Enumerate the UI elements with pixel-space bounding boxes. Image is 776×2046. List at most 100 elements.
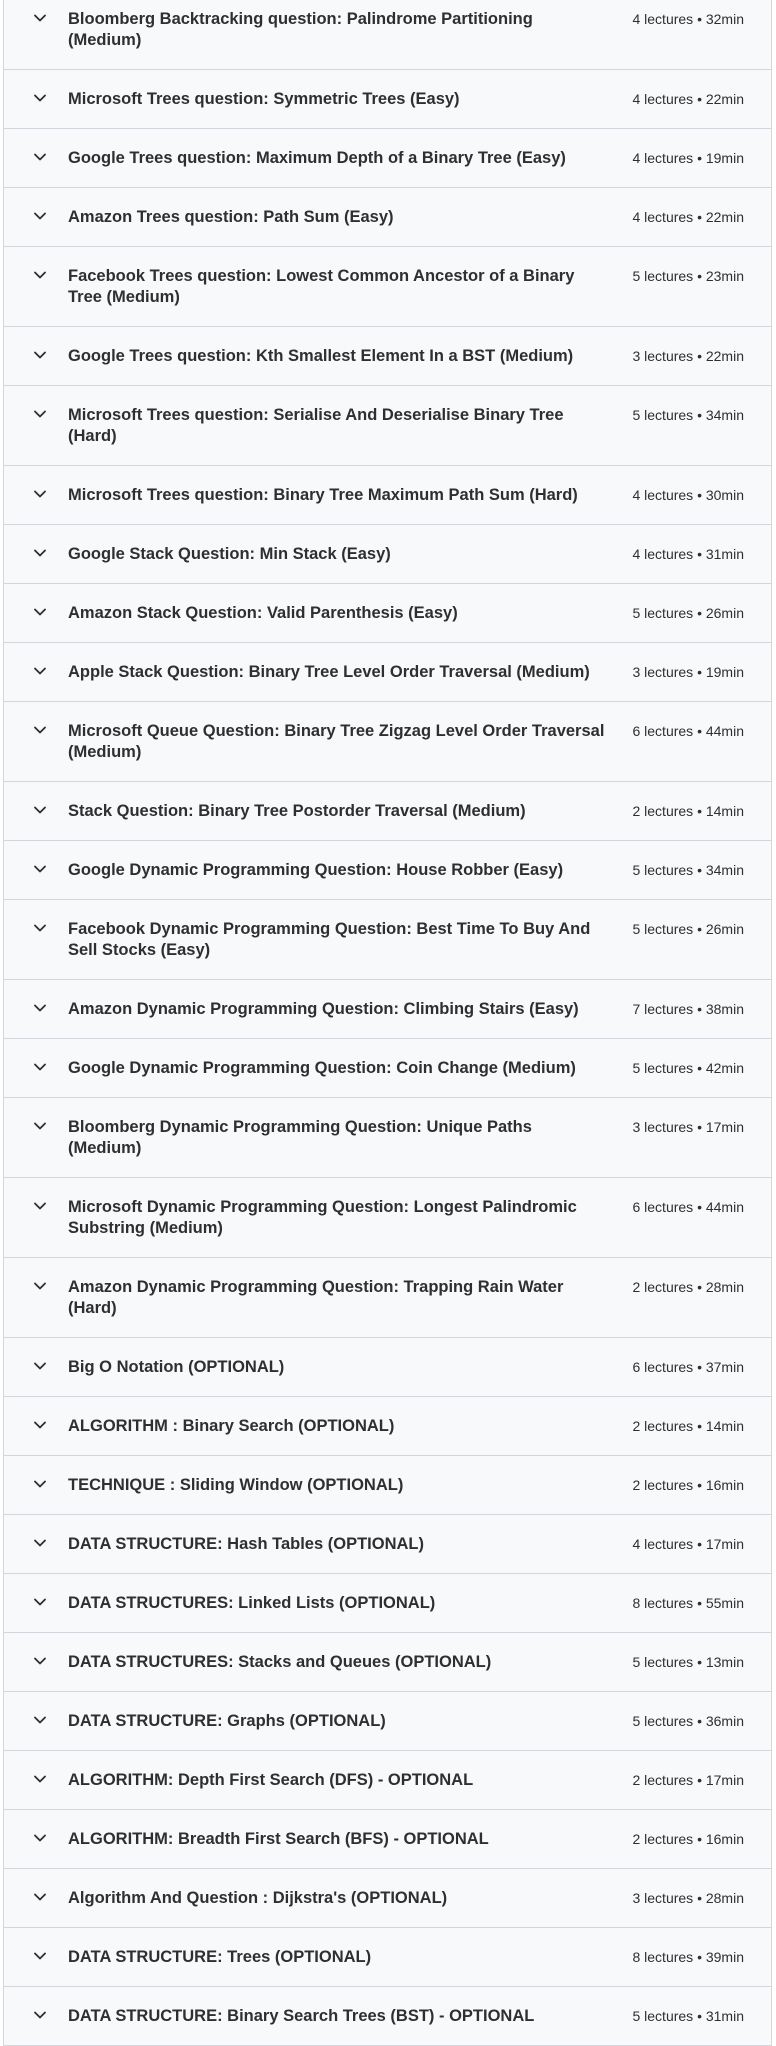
section-title: Bloomberg Dynamic Programming Question: … (68, 1118, 532, 1157)
section-content-summary: 6 lectures • 44min (632, 1199, 744, 1215)
section-content-summary: 7 lectures • 38min (632, 1001, 744, 1017)
curriculum-section[interactable]: Amazon Dynamic Programming Question: Cli… (4, 980, 771, 1039)
curriculum-section[interactable]: DATA STRUCTURES: Stacks and Queues (OPTI… (4, 1633, 771, 1692)
curriculum-section[interactable]: DATA STRUCTURE: Trees (OPTIONAL) 8 lectur… (4, 1928, 771, 1987)
section-title: DATA STRUCTURE: Trees (OPTIONAL) (68, 1948, 372, 1966)
curriculum-section[interactable]: Big O Notation (OPTIONAL) 6 lectures • 37… (4, 1338, 771, 1397)
curriculum-section[interactable]: Algorithm And Question : Dijkstra's (OPT… (4, 1869, 771, 1928)
curriculum-section[interactable]: Bloomberg Dynamic Programming Question: … (4, 1098, 771, 1178)
curriculum-section[interactable]: Amazon Trees question: Path Sum (Easy) 4 … (4, 188, 771, 247)
section-content-summary: 5 lectures • 13min (632, 1654, 744, 1670)
section-title: ALGORITHM: Depth First Search (DFS) - OP… (68, 1771, 474, 1789)
curriculum-section[interactable]: Microsoft Trees question: Binary Tree Ma… (4, 466, 771, 525)
curriculum-section[interactable]: Google Stack Question: Min Stack (Easy) 4… (4, 525, 771, 584)
chevron-down-icon[interactable] (34, 408, 46, 420)
chevron-down-icon[interactable] (34, 1891, 46, 1903)
chevron-down-icon[interactable] (34, 1360, 46, 1372)
chevron-down-icon[interactable] (34, 922, 46, 934)
curriculum-section[interactable]: Google Trees question: Kth Smallest Elem… (4, 327, 771, 386)
section-content-summary: 4 lectures • 32min (632, 11, 744, 27)
curriculum-section[interactable]: DATA STRUCTURE: Graphs (OPTIONAL) 5 lectu… (4, 1692, 771, 1751)
section-content-summary: 5 lectures • 23min (632, 268, 744, 284)
section-title: DATA STRUCTURES: Linked Lists (OPTIONAL) (68, 1594, 436, 1612)
section-content-summary: 5 lectures • 31min (632, 2008, 744, 2024)
curriculum-section[interactable]: Microsoft Trees question: Serialise And … (4, 386, 771, 466)
section-title: Google Stack Question: Min Stack (Easy) (68, 545, 391, 563)
section-content-summary: 4 lectures • 22min (632, 91, 744, 107)
section-content-summary: 4 lectures • 22min (632, 209, 744, 225)
curriculum-section[interactable]: ALGORITHM: Depth First Search (DFS) - OP… (4, 1751, 771, 1810)
curriculum-section[interactable]: ALGORITHM : Binary Search (OPTIONAL) 2 le… (4, 1397, 771, 1456)
curriculum-section[interactable]: Microsoft Trees question: Symmetric Tree… (4, 70, 771, 129)
chevron-down-icon[interactable] (34, 1120, 46, 1132)
curriculum-section[interactable]: Amazon Dynamic Programming Question: Tra… (4, 1258, 771, 1338)
chevron-down-icon[interactable] (34, 1280, 46, 1292)
chevron-down-icon[interactable] (34, 1419, 46, 1431)
chevron-down-icon[interactable] (34, 1950, 46, 1962)
curriculum-section[interactable]: Stack Question: Binary Tree Postorder Tr… (4, 782, 771, 841)
chevron-down-icon[interactable] (34, 1655, 46, 1667)
curriculum-section[interactable]: DATA STRUCTURE: Hash Tables (OPTIONAL) 4 … (4, 1515, 771, 1574)
curriculum-section[interactable]: Facebook Trees question: Lowest Common A… (4, 247, 771, 327)
curriculum-section[interactable]: Google Dynamic Programming Question: Coi… (4, 1039, 771, 1098)
curriculum-section[interactable]: DATA STRUCTURES: Linked Lists (OPTIONAL)… (4, 1574, 771, 1633)
chevron-down-icon[interactable] (34, 269, 46, 281)
section-title: Apple Stack Question: Binary Tree Level … (68, 663, 590, 681)
section-title: Amazon Dynamic Programming Question: Cli… (68, 1000, 579, 1018)
section-title: DATA STRUCTURE: Binary Search Trees (BST… (68, 2007, 535, 2025)
curriculum-section[interactable]: Bloomberg Backtracking question: Palindr… (4, 0, 771, 70)
section-title: Bloomberg Backtracking question: Palindr… (68, 10, 533, 49)
chevron-down-icon[interactable] (34, 547, 46, 559)
chevron-down-icon[interactable] (34, 1832, 46, 1844)
section-title: Google Dynamic Programming Question: Coi… (68, 1059, 576, 1077)
curriculum-section[interactable]: Google Dynamic Programming Question: Hou… (4, 841, 771, 900)
section-title: Microsoft Trees question: Serialise And … (68, 406, 564, 445)
chevron-down-icon[interactable] (34, 1537, 46, 1549)
curriculum-section[interactable]: Microsoft Queue Question: Binary Tree Zi… (4, 702, 771, 782)
section-title: Google Dynamic Programming Question: Hou… (68, 861, 564, 879)
section-title: Facebook Dynamic Programming Question: B… (68, 920, 591, 959)
section-content-summary: 5 lectures • 34min (632, 862, 744, 878)
section-content-summary: 4 lectures • 31min (632, 546, 744, 562)
chevron-down-icon[interactable] (34, 92, 46, 104)
curriculum-section[interactable]: Apple Stack Question: Binary Tree Level … (4, 643, 771, 702)
chevron-down-icon[interactable] (34, 1200, 46, 1212)
section-content-summary: 2 lectures • 16min (632, 1477, 744, 1493)
curriculum-section[interactable]: ALGORITHM: Breadth First Search (BFS) - … (4, 1810, 771, 1869)
chevron-down-icon[interactable] (34, 1596, 46, 1608)
chevron-down-icon[interactable] (34, 863, 46, 875)
chevron-down-icon[interactable] (34, 1773, 46, 1785)
curriculum-section[interactable]: Google Trees question: Maximum Depth of … (4, 129, 771, 188)
section-title: Google Trees question: Kth Smallest Elem… (68, 347, 574, 365)
chevron-down-icon[interactable] (34, 724, 46, 736)
chevron-down-icon[interactable] (34, 1061, 46, 1073)
section-title: Google Trees question: Maximum Depth of … (68, 149, 566, 167)
chevron-down-icon[interactable] (34, 1714, 46, 1726)
section-content-summary: 8 lectures • 55min (632, 1595, 744, 1611)
chevron-down-icon[interactable] (34, 606, 46, 618)
chevron-down-icon[interactable] (34, 151, 46, 163)
chevron-down-icon[interactable] (34, 12, 46, 24)
section-title: Amazon Stack Question: Valid Parenthesis… (68, 604, 458, 622)
curriculum-section[interactable]: DATA STRUCTURE: Binary Search Trees (BST… (4, 1987, 771, 2046)
section-content-summary: 4 lectures • 30min (632, 487, 744, 503)
chevron-down-icon[interactable] (34, 1478, 46, 1490)
section-title: Amazon Dynamic Programming Question: Tra… (68, 1278, 564, 1317)
section-title: Microsoft Dynamic Programming Question: … (68, 1198, 577, 1237)
chevron-down-icon[interactable] (34, 488, 46, 500)
chevron-down-icon[interactable] (34, 2009, 46, 2021)
section-content-summary: 3 lectures • 28min (632, 1890, 744, 1906)
chevron-down-icon[interactable] (34, 804, 46, 816)
chevron-down-icon[interactable] (34, 1002, 46, 1014)
curriculum-section[interactable]: Facebook Dynamic Programming Question: B… (4, 900, 771, 980)
curriculum-section[interactable]: Microsoft Dynamic Programming Question: … (4, 1178, 771, 1258)
section-title: Facebook Trees question: Lowest Common A… (68, 267, 575, 306)
chevron-down-icon[interactable] (34, 665, 46, 677)
chevron-down-icon[interactable] (34, 210, 46, 222)
chevron-down-icon[interactable] (34, 349, 46, 361)
curriculum-section[interactable]: Amazon Stack Question: Valid Parenthesis… (4, 584, 771, 643)
section-content-summary: 2 lectures • 28min (632, 1279, 744, 1295)
curriculum-section[interactable]: TECHNIQUE : Sliding Window (OPTIONAL) 2 l… (4, 1456, 771, 1515)
section-title: Stack Question: Binary Tree Postorder Tr… (68, 802, 526, 820)
section-content-summary: 3 lectures • 17min (632, 1119, 744, 1135)
